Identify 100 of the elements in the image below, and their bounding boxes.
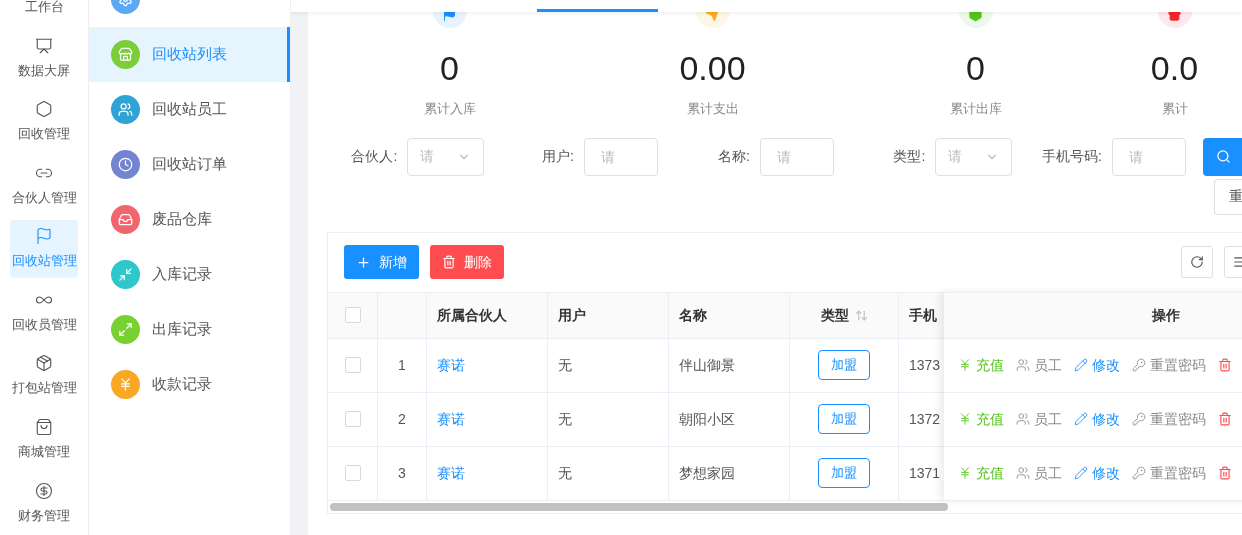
filter-label: 类型:	[892, 147, 927, 166]
key-icon	[1132, 358, 1146, 372]
action-link[interactable]: 员工	[1034, 408, 1062, 430]
scrollbar-thumb[interactable]	[330, 502, 948, 511]
checkbox[interactable]	[344, 411, 361, 427]
rail-item[interactable]: 财务管理	[10, 474, 78, 533]
action-link[interactable]: 充值	[976, 408, 1004, 430]
key-icon	[1132, 466, 1146, 480]
table-cell-text: 无	[558, 409, 572, 429]
table-cell-text: 1373	[909, 355, 941, 375]
action-link[interactable]: 重置密码	[1150, 354, 1206, 376]
submenu-item[interactable]: 入库记录	[89, 247, 290, 302]
table-cell-text: 梦想家园	[679, 463, 735, 483]
stat-label: 累计	[1161, 100, 1188, 118]
submenu-item[interactable]: 收款记录	[89, 357, 290, 412]
partner-link[interactable]: 赛诺	[437, 462, 465, 484]
search-icon	[1215, 149, 1231, 164]
rail-item[interactable]: 商城管理	[10, 410, 78, 469]
column-header: 类型	[820, 305, 849, 325]
yen-icon	[958, 466, 972, 480]
shopping-bag-icon	[35, 417, 53, 436]
checkbox[interactable]	[344, 357, 361, 373]
column-header: 手机	[909, 305, 937, 325]
key-icon	[1132, 412, 1146, 426]
select-field[interactable]: 请	[407, 137, 484, 176]
trash-icon	[442, 255, 456, 269]
column-header: 名称	[679, 305, 707, 325]
stat-label: 累计出库	[949, 100, 1002, 118]
filter-label: 手机号码:	[1041, 147, 1103, 166]
plus-icon	[356, 254, 371, 270]
sort-icon[interactable]	[854, 308, 868, 322]
partner-link[interactable]: 赛诺	[437, 408, 465, 430]
table-cell-text: 无	[558, 355, 572, 375]
submenu-item[interactable]: 回收站员工	[89, 82, 290, 137]
checkbox[interactable]	[344, 465, 361, 481]
users-icon	[1016, 466, 1030, 480]
stat-label: 累计入库	[423, 100, 476, 118]
column-header: 所属合伙人	[437, 305, 507, 325]
column-header: 操作	[1152, 305, 1180, 325]
table-cell-text: 1372	[909, 409, 941, 429]
delete-button[interactable]: 删除	[430, 245, 504, 279]
hexagon-icon	[35, 100, 53, 119]
stat-label: 累计支出	[686, 100, 739, 118]
trash-icon[interactable]	[1218, 358, 1232, 372]
type-tag: 加盟	[818, 458, 870, 488]
pencil-icon	[1074, 466, 1088, 480]
refresh-button[interactable]	[1181, 246, 1213, 278]
row-number: 3	[398, 463, 406, 483]
reset-button[interactable]: 重	[1214, 178, 1242, 215]
flag-icon	[35, 227, 53, 246]
type-tag: 加盟	[818, 404, 870, 434]
filter-label: 合伙人:	[350, 147, 399, 166]
dollar-circle-icon	[35, 481, 53, 500]
action-link[interactable]: 员工	[1034, 462, 1062, 484]
partner-link[interactable]: 赛诺	[437, 354, 465, 376]
trash-icon[interactable]	[1218, 466, 1232, 480]
submenu-item[interactable]: 废品仓库	[89, 192, 290, 247]
action-link[interactable]: 充值	[976, 354, 1004, 376]
input-field[interactable]: 请	[1112, 137, 1186, 176]
action-link[interactable]: 充值	[976, 462, 1004, 484]
action-link[interactable]: 修改	[1092, 408, 1120, 430]
stat-value: 0.0	[1150, 48, 1199, 88]
stat-value: 0	[440, 48, 459, 88]
yen-icon	[958, 412, 972, 426]
table-cell-text: 1371	[909, 463, 941, 483]
action-link[interactable]: 重置密码	[1150, 408, 1206, 430]
package-icon	[35, 354, 53, 373]
rail-item[interactable]: 工作台	[10, 0, 78, 25]
submenu-item[interactable]: 出库记录	[89, 302, 290, 357]
filter-label: 名称:	[717, 147, 751, 166]
search-button[interactable]	[1203, 137, 1242, 176]
rail-item[interactable]: 数据大屏	[10, 29, 78, 88]
select-field[interactable]: 请	[935, 137, 1012, 176]
presentation-board-icon	[35, 36, 53, 55]
rail-item[interactable]: 打包站管理	[10, 346, 78, 406]
trash-icon[interactable]	[1218, 412, 1232, 426]
rail-item[interactable]: 合伙人管理	[10, 156, 78, 215]
submenu-item[interactable]: 回收站订单	[89, 137, 290, 192]
rail-item[interactable]: 回收员管理	[10, 283, 78, 342]
input-field[interactable]: 请	[760, 137, 834, 176]
rail-item[interactable]: 回收管理	[10, 92, 78, 152]
checkbox[interactable]	[344, 307, 361, 323]
users-icon	[1016, 358, 1030, 372]
input-field[interactable]: 请	[584, 137, 658, 176]
action-link[interactable]: 修改	[1092, 354, 1120, 376]
action-link[interactable]: 重置密码	[1150, 462, 1206, 484]
pencil-icon	[1074, 412, 1088, 426]
rail-item[interactable]: 回收站管理	[10, 219, 78, 279]
add-button[interactable]: 新增	[344, 245, 419, 279]
table-cell-text: 无	[558, 463, 572, 483]
action-link[interactable]: 员工	[1034, 354, 1062, 376]
table-cell-text: 朝阳小区	[679, 409, 735, 429]
action-link[interactable]: 修改	[1092, 462, 1120, 484]
row-number: 2	[398, 409, 406, 429]
submenu-item[interactable]: 回收站列表	[89, 27, 290, 82]
row-number: 1	[398, 355, 406, 375]
table-cell-text: 伴山御景	[679, 355, 735, 375]
stat-value: 0.00	[679, 48, 746, 88]
yen-icon	[958, 358, 972, 372]
type-tag: 加盟	[818, 350, 870, 380]
